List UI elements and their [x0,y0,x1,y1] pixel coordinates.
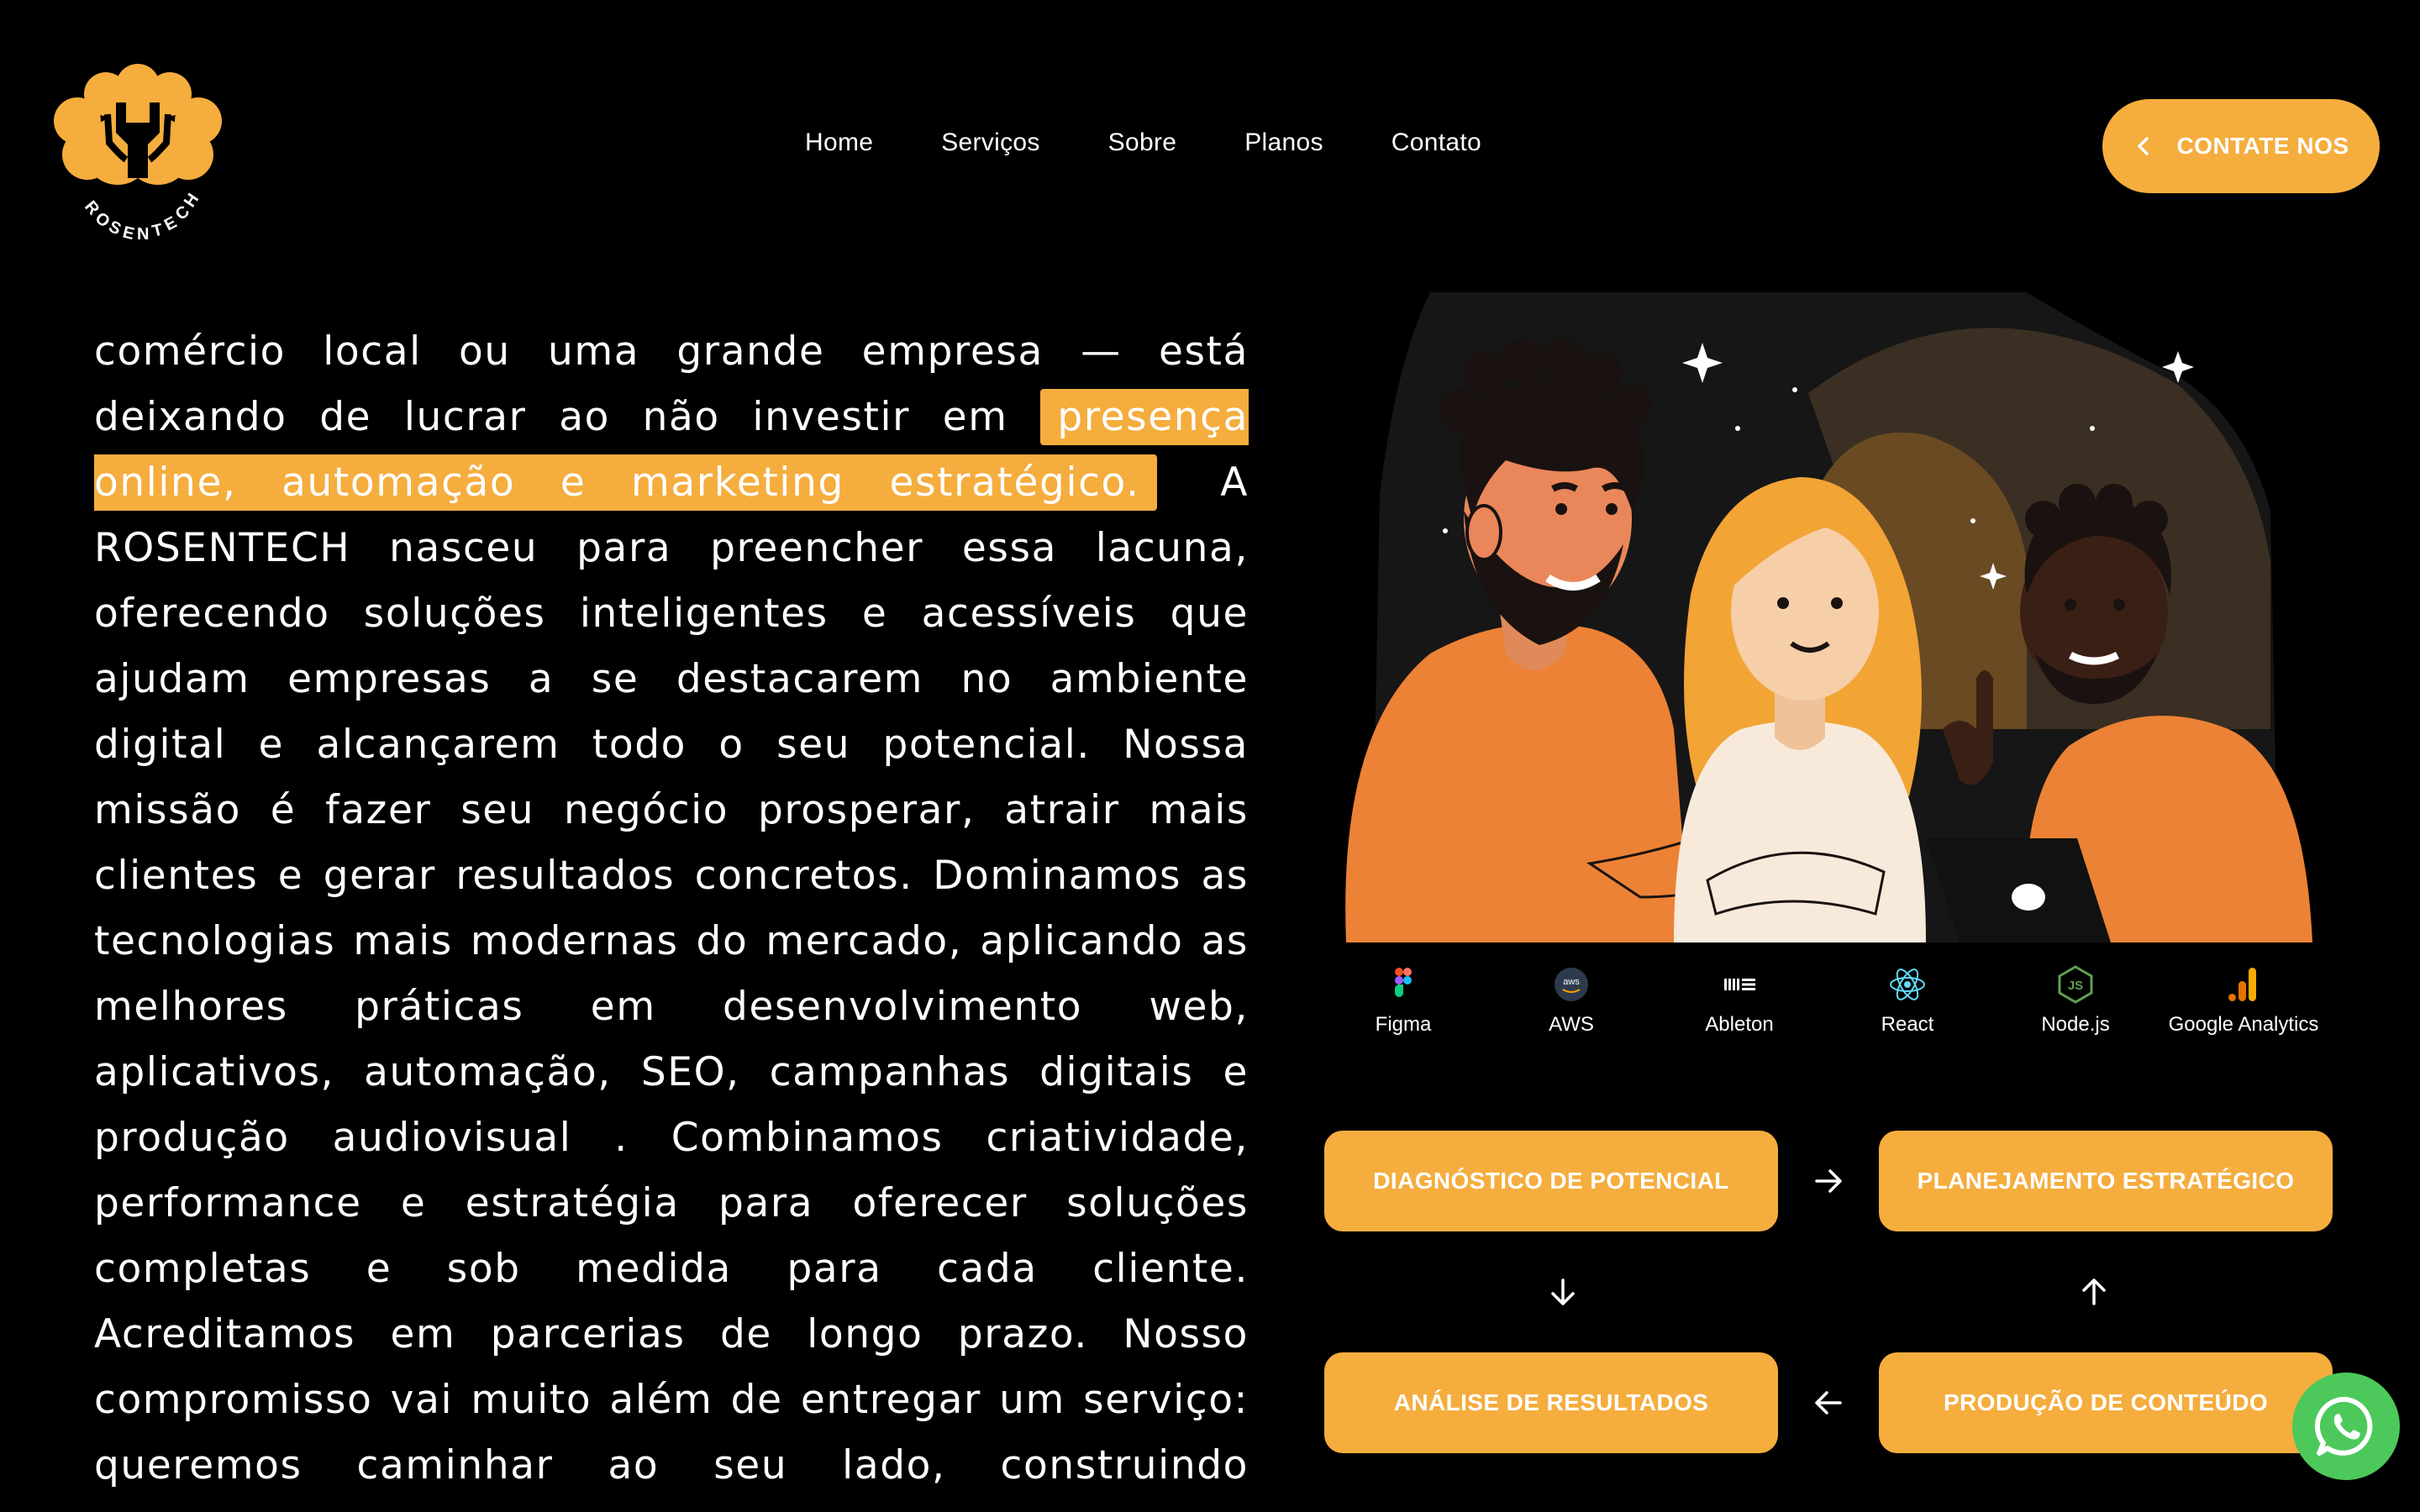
rosentech-logo[interactable]: R O S E N T E C H [37,50,239,252]
nav-contato-link[interactable]: Contato [1392,129,1481,157]
step-diagnostico-label: DIAGNÓSTICO DE POTENCIAL [1373,1168,1729,1194]
tech-item-ableton: Ableton [1655,964,1823,1057]
step-planejamento-label: PLANEJAMENTO ESTRATÉGICO [1917,1168,2295,1194]
about-text-rest: A ROSENTECH nasceu para preencher essa l… [94,459,1249,1512]
step-analise[interactable]: ANÁLISE DE RESULTADOS [1324,1352,1778,1453]
step-diagnostico[interactable]: DIAGNÓSTICO DE POTENCIAL [1324,1131,1778,1231]
tech-item-react: React [1823,964,1991,1057]
tech-item-aws: aws AWS [1487,964,1655,1057]
contact-us-label: CONTATE NOS [2176,133,2349,159]
tech-label-react: React [1881,1013,1934,1036]
nodejs-icon: JS [2058,965,2093,1004]
figma-icon [1395,968,1412,997]
nav-home-link[interactable]: Home [805,129,873,157]
contact-us-button[interactable]: CONTATE NOS [2102,99,2380,193]
tech-label-ableton: Ableton [1705,1013,1774,1036]
arrow-up-icon [2077,1275,2111,1309]
nav-planos-link[interactable]: Planos [1244,129,1323,157]
react-icon [1890,969,1925,1000]
main-nav: Home Serviços Sobre Planos Contato [805,129,1481,157]
step-analise-label: ANÁLISE DE RESULTADOS [1393,1389,1709,1415]
svg-text:E: E [121,223,136,244]
tech-item-go: Go [2328,964,2336,1057]
tech-label-nodejs: Node.js [2041,1013,2110,1036]
svg-text:JS: JS [2068,979,2083,993]
step-producao[interactable]: PRODUÇÃO DE CONTEÚDO [1879,1352,2333,1453]
aws-icon: aws [1555,968,1588,1001]
whatsapp-button[interactable] [2292,1373,2400,1480]
svg-text:aws: aws [1563,977,1580,987]
tech-label-google-analytics: Google Analytics [2168,1013,2319,1036]
step-planejamento[interactable]: PLANEJAMENTO ESTRATÉGICO [1879,1131,2333,1231]
about-text-column: comércio local ou uma grande empresa — e… [94,319,1249,1512]
nav-servicos-link[interactable]: Serviços [941,129,1039,157]
team-illustration [1338,292,2321,942]
tech-item-figma: Figma [1319,964,1487,1057]
tech-label-aws: AWS [1549,1013,1594,1036]
chevron-left-icon [2138,137,2149,155]
tech-item-google-analytics: Google Analytics [2160,964,2328,1057]
tech-item-nodejs: JS Node.js [1991,964,2160,1057]
whatsapp-icon [2314,1396,2373,1456]
google-analytics-icon [2228,968,2256,1001]
arrow-left-icon [1812,1386,1845,1420]
ableton-icon [1724,979,1755,990]
about-paragraph: comércio local ou uma grande empresa — e… [94,319,1249,1512]
tech-stack-strip: Figma aws AWS Ableton React JS Node.js G… [1319,964,2336,1057]
step-producao-label: PRODUÇÃO DE CONTEÚDO [1943,1389,2268,1415]
arrow-right-icon [1812,1164,1845,1198]
nav-sobre-link[interactable]: Sobre [1108,129,1177,157]
svg-text:T: T [150,221,165,241]
tech-label-figma: Figma [1375,1013,1432,1036]
arrow-down-icon [1546,1275,1580,1309]
svg-text:N: N [137,225,149,244]
